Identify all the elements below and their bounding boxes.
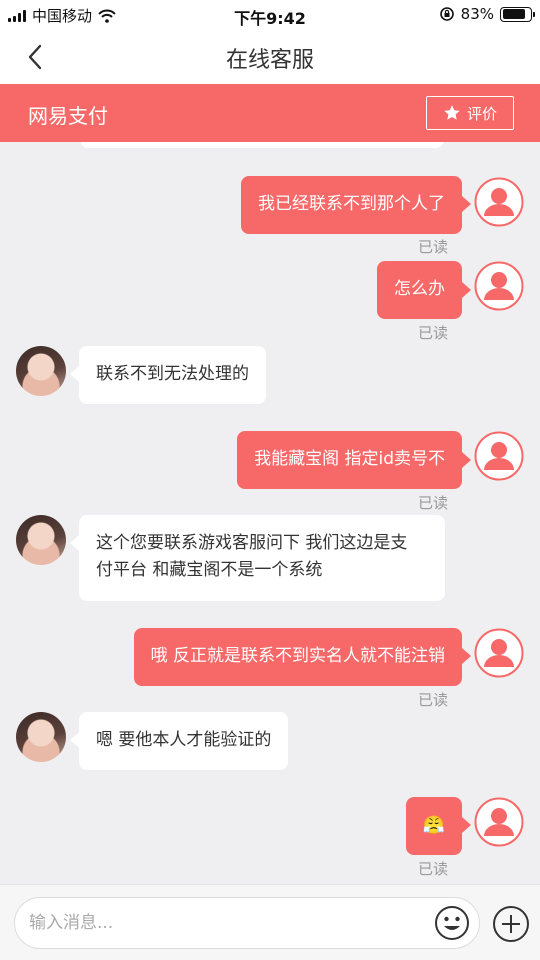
read-status: 已读 xyxy=(418,238,449,256)
battery-fill xyxy=(502,9,525,19)
message-text: 联系不到无法处理的 xyxy=(96,364,249,384)
merchant-bar: 网易支付 评价 xyxy=(0,84,540,142)
read-status: 已读 xyxy=(418,860,449,878)
incoming-message[interactable]: 联系不到无法处理的 xyxy=(79,346,266,404)
incoming-message[interactable]: 这个您要联系游戏客服问下 我们这边是支 付平台 和藏宝阁不是一个系统 xyxy=(79,515,445,601)
chat-area[interactable]: 我已经联系不到那个人了 已读 怎么办 已读 联系不到无法处理的 我能藏宝阁 指定… xyxy=(0,142,540,884)
rate-button[interactable]: 评价 xyxy=(426,96,514,130)
agent-avatar[interactable] xyxy=(16,712,66,762)
page-title: 在线客服 xyxy=(225,48,314,73)
status-bar: 中国移动 下午9:42 83% xyxy=(0,0,540,30)
message-text: 我已经联系不到那个人了 xyxy=(258,194,445,214)
bubble-tail xyxy=(462,452,471,468)
bubble-tail xyxy=(462,648,471,664)
message-text: 我能藏宝阁 指定id卖号不 xyxy=(254,449,445,469)
message-text: 怎么办 xyxy=(394,279,445,299)
plus-circle-icon[interactable] xyxy=(492,905,530,943)
message-input[interactable] xyxy=(14,897,480,949)
status-right: 83% xyxy=(439,5,535,23)
user-avatar-icon[interactable] xyxy=(474,177,524,227)
user-avatar-icon[interactable] xyxy=(474,261,524,311)
message-emoji: 😤 xyxy=(422,815,445,836)
read-status: 已读 xyxy=(418,494,449,512)
user-avatar-icon[interactable] xyxy=(474,797,524,847)
bubble-tail xyxy=(70,366,79,382)
orientation-lock-icon xyxy=(439,7,454,21)
incoming-message[interactable]: 嗯 要他本人才能验证的 xyxy=(79,712,289,770)
outgoing-message[interactable]: 怎么办 xyxy=(377,261,462,319)
battery-icon xyxy=(500,6,535,22)
message-text-line: 付平台 和藏宝阁不是一个系统 xyxy=(96,560,323,580)
user-avatar-icon[interactable] xyxy=(474,431,524,481)
outgoing-message[interactable]: 哦 反正就是联系不到实名人就不能注销 xyxy=(133,628,462,686)
smiley-icon[interactable] xyxy=(434,905,470,941)
rate-label: 评价 xyxy=(466,104,497,123)
input-bar xyxy=(0,884,540,960)
outgoing-message[interactable]: 我已经联系不到那个人了 xyxy=(241,176,462,234)
bubble-tail xyxy=(462,196,471,212)
merchant-name: 网易支付 xyxy=(28,104,108,128)
chat-screen: 中国移动 下午9:42 83% 在线客服 网易支付 评价 我已经联系不到那个人了… xyxy=(0,0,540,960)
agent-avatar[interactable] xyxy=(16,515,66,565)
bubble-tail xyxy=(70,732,79,748)
read-status: 已读 xyxy=(418,324,449,342)
previous-message-stub xyxy=(80,142,444,148)
nav-bar: 在线客服 xyxy=(0,30,540,84)
read-status: 已读 xyxy=(418,691,449,709)
bubble-tail xyxy=(462,282,471,298)
agent-avatar[interactable] xyxy=(16,346,66,396)
battery-percent: 83% xyxy=(460,5,494,23)
outgoing-message[interactable]: 我能藏宝阁 指定id卖号不 xyxy=(237,431,462,489)
message-text-line: 这个您要联系游戏客服问下 我们这边是支 xyxy=(96,533,408,553)
message-text: 嗯 要他本人才能验证的 xyxy=(96,730,272,750)
message-text: 哦 反正就是联系不到实名人就不能注销 xyxy=(150,646,445,666)
bubble-tail xyxy=(70,535,79,551)
user-avatar-icon[interactable] xyxy=(474,628,524,678)
outgoing-message[interactable]: 😤 xyxy=(405,797,462,855)
bubble-tail xyxy=(462,817,471,833)
star-icon xyxy=(444,105,460,120)
